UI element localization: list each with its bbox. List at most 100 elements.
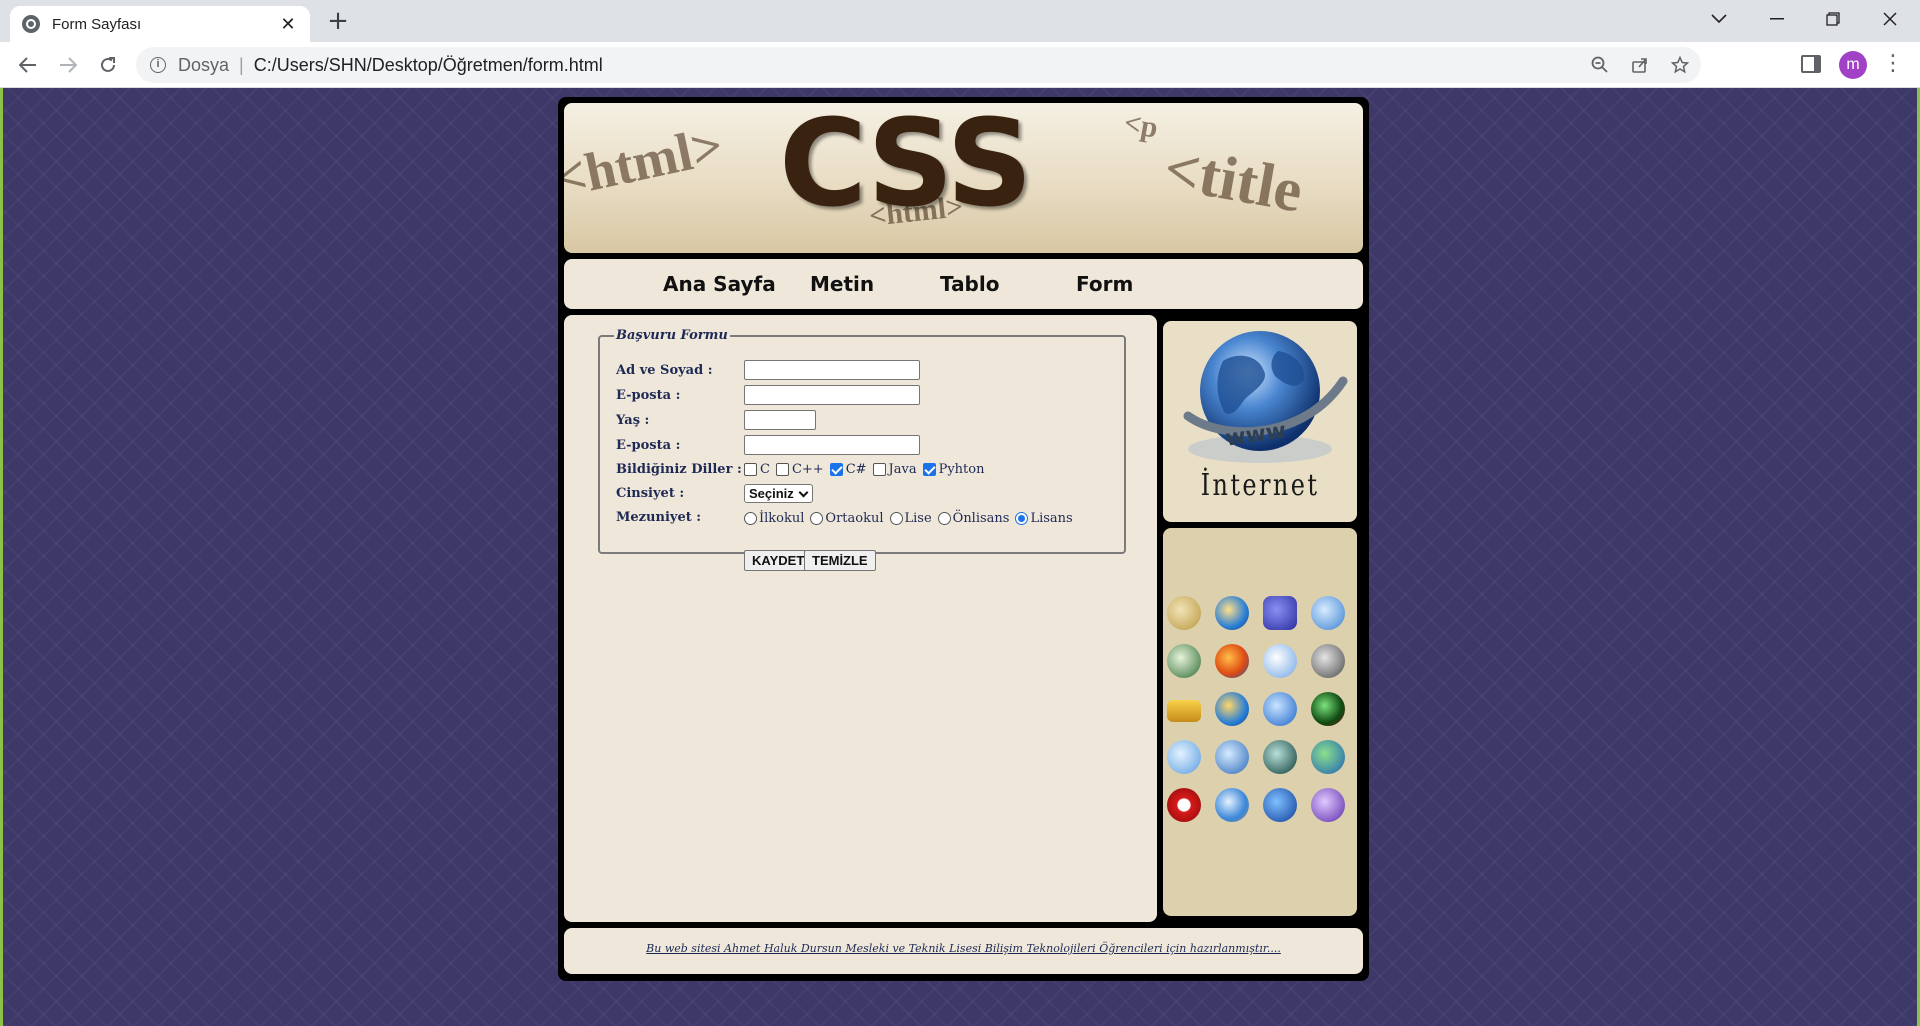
nav-form[interactable]: Form (1076, 259, 1133, 309)
languages-options: C C++ C# Java Pyhton (738, 462, 984, 477)
browser-tab[interactable]: Form Sayfası ✕ (10, 6, 310, 42)
ie-blue-icon (1263, 692, 1297, 726)
browser-icons-panel (1163, 528, 1357, 916)
lang-c-label: C (760, 462, 770, 477)
netscape-icon (1263, 740, 1297, 774)
age-label: Yaş : (616, 413, 650, 428)
email2-label: E-posta : (616, 438, 681, 453)
browser-blue-icon (1263, 644, 1297, 678)
lang-c-checkbox[interactable] (744, 463, 757, 476)
page-viewport: <html> <title <html> <p CSS Ana Sayfa Me… (0, 88, 1920, 1026)
graduation-row: Mezuniyet : (616, 510, 701, 525)
profile-avatar[interactable]: m (1839, 51, 1867, 79)
footer-link[interactable]: Bu web sitesi Ahmet Haluk Dursun Mesleki… (564, 942, 1363, 955)
scheme-label: Dosya (178, 54, 230, 75)
taxi-icon (1167, 700, 1201, 722)
email2-row: E-posta : (616, 438, 680, 453)
email2-field[interactable] (744, 435, 920, 455)
purple-browser-icon (1311, 788, 1345, 822)
firefox-icon (1215, 644, 1249, 678)
name-label: Ad ve Soyad : (616, 363, 713, 378)
aol-icon (1167, 596, 1201, 630)
ie-old-icon (1215, 596, 1249, 630)
grad-ilkokul-label: İlkokul (759, 511, 805, 526)
lang-java-checkbox[interactable] (872, 463, 886, 476)
omnibox[interactable]: i Dosya | C:/Users/SHN/Desktop/Öğretmen/… (136, 47, 1701, 83)
info-icon[interactable]: i (150, 57, 166, 73)
galeon-icon (1311, 644, 1345, 678)
maxthon-icon (1215, 740, 1249, 774)
banner-word-p: <p (1121, 106, 1161, 145)
safari-icon (1215, 788, 1249, 822)
age-row: Yaş : (616, 413, 649, 428)
application-form: Başvuru Formu Ad ve Soyad : E-posta : Ya… (598, 328, 1126, 571)
tab-title: Form Sayfası (52, 15, 142, 33)
gender-select[interactable]: Seçiniz (744, 484, 813, 503)
nav-metin[interactable]: Metin (810, 259, 874, 309)
grad-ortaokul-label: Ortaokul (825, 511, 884, 526)
menu-kebab-icon[interactable]: ⋮ (1882, 52, 1904, 78)
save-button[interactable]: KAYDET (744, 550, 813, 571)
gender-label: Cinsiyet : (616, 486, 685, 501)
name-field[interactable] (744, 360, 920, 380)
nav-tablo[interactable]: Tablo (940, 259, 999, 309)
graduation-label: Mezuniyet : (616, 510, 702, 525)
konqueror-icon (1167, 740, 1201, 774)
name-row: Ad ve Soyad : (616, 363, 713, 378)
back-arrow-icon[interactable] (12, 50, 44, 80)
tab-search-chevron-icon[interactable] (1691, 0, 1747, 38)
epiphany-icon (1167, 644, 1201, 678)
globe-favicon-icon (22, 15, 40, 33)
content-panel: Başvuru Formu Ad ve Soyad : E-posta : Ya… (564, 315, 1157, 922)
lang-python-label: Pyhton (938, 462, 985, 477)
main-nav: Ana Sayfa Metin Tablo Form (564, 259, 1363, 309)
side-panel-icon[interactable] (1801, 55, 1821, 73)
banner-word-html: <html> (564, 115, 728, 209)
grad-ortaokul-radio[interactable] (810, 512, 824, 525)
lang-java-label: Java (888, 462, 917, 477)
graduation-options: İlkokul Ortaokul Lise Önlisans Lisans (738, 511, 1073, 526)
banner-word-title: <title (1159, 134, 1308, 226)
close-tab-icon[interactable]: ✕ (278, 14, 298, 35)
bookmark-star-icon[interactable] (1669, 54, 1691, 76)
zoom-out-icon[interactable] (1589, 54, 1611, 76)
lang-python-checkbox[interactable] (922, 463, 936, 476)
header-banner: <html> <title <html> <p CSS (564, 103, 1363, 253)
email1-field[interactable] (744, 385, 920, 405)
ie-icon (1215, 692, 1249, 726)
grad-lisans-radio[interactable] (1015, 512, 1029, 525)
restore-button[interactable] (1805, 0, 1861, 38)
share-icon[interactable] (1629, 54, 1651, 76)
forward-arrow-icon[interactable] (52, 50, 84, 80)
email1-row: E-posta : (616, 388, 680, 403)
grad-lise-radio[interactable] (889, 512, 903, 525)
languages-row: Bildiğiniz Diller : (616, 462, 742, 477)
new-tab-button[interactable]: + (324, 8, 352, 36)
gender-row: Cinsiyet : (616, 486, 684, 501)
email1-label: E-posta : (616, 388, 681, 403)
footer-panel: Bu web sitesi Ahmet Haluk Dursun Mesleki… (564, 928, 1363, 974)
green-browser-icon (1311, 692, 1345, 726)
grad-onlisans-radio[interactable] (937, 512, 951, 525)
grad-lise-label: Lise (904, 511, 932, 526)
minimize-button[interactable] (1749, 0, 1805, 38)
lang-cpp-label: C++ (791, 462, 824, 477)
tab-strip: Form Sayfası ✕ + (0, 0, 1920, 42)
url-text[interactable]: C:/Users/SHN/Desktop/Öğretmen/form.html (254, 55, 603, 76)
close-window-button[interactable] (1862, 0, 1918, 38)
grad-ilkokul-radio[interactable] (744, 512, 757, 525)
kmeleon-icon (1311, 596, 1345, 630)
internet-label: İnternet (1200, 468, 1320, 503)
lang-cpp-checkbox[interactable] (775, 463, 789, 476)
age-field[interactable] (744, 410, 816, 430)
avant-icon (1263, 596, 1297, 630)
opera-icon (1167, 788, 1201, 822)
globe-icon (1311, 740, 1345, 774)
grad-lisans-label: Lisans (1030, 511, 1073, 526)
reload-icon[interactable] (92, 50, 124, 80)
lang-csharp-checkbox[interactable] (829, 463, 843, 476)
banner-css-title: CSS (779, 103, 1033, 234)
page-frame: <html> <title <html> <p CSS Ana Sayfa Me… (558, 97, 1369, 981)
nav-ana-sayfa[interactable]: Ana Sayfa (663, 259, 776, 309)
clear-button[interactable]: TEMİZLE (804, 550, 876, 571)
